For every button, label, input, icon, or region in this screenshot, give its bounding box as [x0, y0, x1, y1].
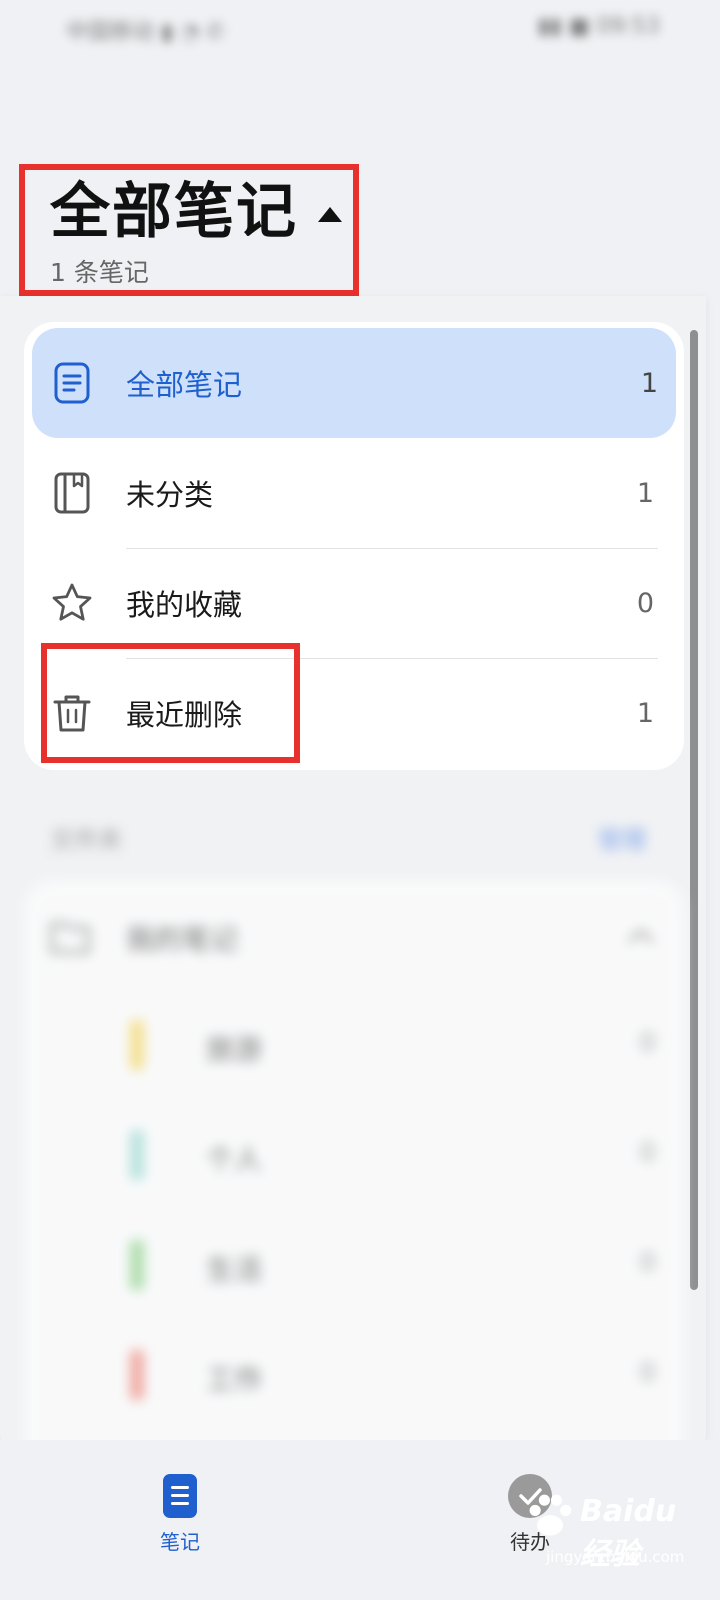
- category-all-notes[interactable]: 全部笔记 1: [32, 328, 676, 438]
- folder-count: 0: [639, 1028, 656, 1058]
- category-uncategorized[interactable]: 未分类 1: [24, 438, 684, 548]
- folder-color-swatch: [130, 1350, 144, 1400]
- folder-item[interactable]: 旅游 0: [24, 990, 684, 1100]
- folder-name: 个人: [206, 1143, 263, 1176]
- status-bar: 中国移动 ▮ ◔ ✆ ▮▮ ■ 09:53: [0, 0, 720, 60]
- folders-card: 我的笔记 旅游 0 个人 0 生活 0 工作 0: [24, 880, 684, 1480]
- notes-tab-icon: [163, 1474, 197, 1518]
- trash-icon: [53, 695, 91, 732]
- category-label: 我的收藏: [126, 588, 243, 622]
- folder-item[interactable]: 个人 0: [24, 1100, 684, 1210]
- scrollbar[interactable]: [690, 330, 698, 1290]
- folders-label: 文件夹: [50, 826, 122, 854]
- folder-color-swatch: [130, 1240, 144, 1290]
- category-count: 0: [636, 587, 654, 619]
- title-dropdown[interactable]: 全部笔记: [50, 178, 342, 247]
- tab-notes[interactable]: 笔记: [150, 1474, 210, 1555]
- star-icon: [52, 583, 92, 621]
- paw-logo-icon: [529, 1494, 572, 1536]
- category-count: 1: [640, 367, 658, 399]
- page-title[interactable]: 全部笔记: [50, 178, 298, 247]
- tab-label: 笔记: [160, 1530, 200, 1554]
- category-label: 未分类: [126, 478, 214, 512]
- note-icon: [54, 362, 90, 404]
- category-recently-deleted[interactable]: 最近删除 1: [24, 658, 684, 768]
- folder-name: 我的笔记: [126, 923, 239, 956]
- notebook-icon: [54, 472, 90, 514]
- battery-clock: ▮▮ ■ 09:53: [537, 14, 660, 39]
- folder-name: 生活: [206, 1253, 263, 1286]
- folder-name: 旅游: [206, 1033, 263, 1066]
- folder-count: 0: [639, 1138, 656, 1168]
- folder-my-notes[interactable]: 我的笔记: [24, 880, 684, 990]
- category-card: 全部笔记 1 未分类 1 我的收藏 0 最近删除 1: [24, 322, 684, 770]
- folder-item[interactable]: 工作 0: [24, 1320, 684, 1430]
- watermark-url: jingyan.baidu.com: [546, 1548, 685, 1566]
- chevron-up-icon[interactable]: [626, 926, 656, 946]
- category-label: 全部笔记: [126, 368, 243, 402]
- category-favorites[interactable]: 我的收藏 0: [24, 548, 684, 658]
- manage-link[interactable]: 管理: [598, 820, 646, 855]
- folder-icon: [50, 922, 90, 954]
- category-label: 最近删除: [126, 698, 243, 732]
- folder-color-swatch: [130, 1130, 144, 1180]
- folder-color-swatch: [130, 1020, 144, 1070]
- header: 全部笔记 1 条笔记: [50, 178, 342, 289]
- folder-count: 0: [639, 1248, 656, 1278]
- carrier-signal: 中国移动 ▮ ◔ ✆: [66, 20, 225, 45]
- baidu-jingyan-watermark: Baidu 经验 jingyan.baidu.com: [520, 1486, 716, 1586]
- folder-item[interactable]: 生活 0: [24, 1210, 684, 1320]
- caret-up-icon[interactable]: [318, 207, 342, 222]
- note-count: 1 条笔记: [50, 258, 149, 287]
- folder-name: 工作: [206, 1363, 263, 1396]
- folder-count: 0: [639, 1358, 656, 1388]
- category-count: 1: [636, 697, 654, 729]
- category-count: 1: [636, 477, 654, 509]
